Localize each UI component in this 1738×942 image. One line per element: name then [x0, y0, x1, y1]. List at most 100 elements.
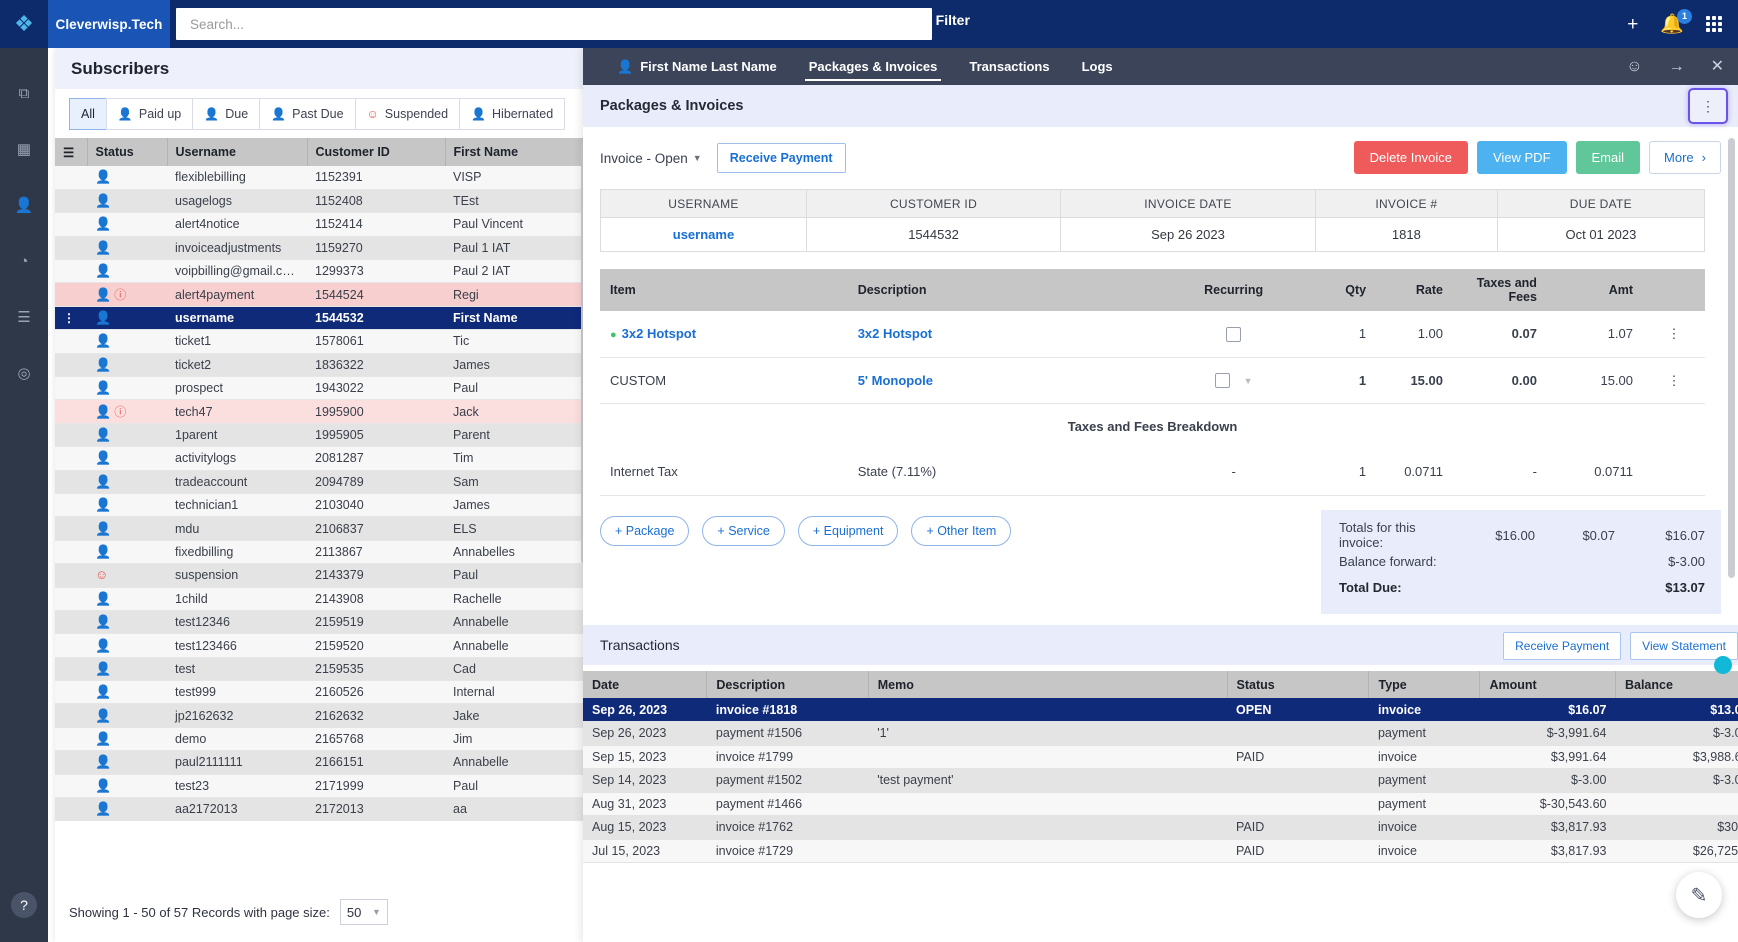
- column-first-name[interactable]: First Name: [445, 138, 590, 166]
- close-icon[interactable]: ✕: [1711, 58, 1724, 75]
- page-size-select[interactable]: 50 ▼: [339, 899, 388, 925]
- tx-col-type[interactable]: Type: [1368, 671, 1481, 698]
- tx-col-balance[interactable]: Balance: [1615, 671, 1738, 698]
- line-item-row[interactable]: CUSTOM 5' Monopole ▼ 1 15.00 0.00 15.00 ⋮: [600, 357, 1705, 404]
- transaction-row[interactable]: Aug 15, 2023 invoice #1762 PAID invoice $3,8…: [583, 815, 1738, 840]
- copy-icon[interactable]: ⧉: [10, 80, 38, 106]
- receive-payment-button[interactable]: Receive Payment: [716, 143, 846, 173]
- add-service-button[interactable]: + Service: [702, 515, 785, 546]
- filter-chip-due[interactable]: 👤 Due: [192, 98, 260, 130]
- table-row[interactable]: 👤 test999 2160526 Internal: [55, 680, 590, 705]
- view-pdf-button[interactable]: View PDF: [1476, 141, 1567, 174]
- table-row[interactable]: 👤 test 2159535 Cad: [55, 657, 590, 682]
- dashboard-icon[interactable]: ▦: [10, 136, 38, 162]
- table-row[interactable]: 👤 paul2111111 2166151 Annabelle: [55, 750, 590, 775]
- table-row[interactable]: 👤 test23 2171999 Paul: [55, 774, 590, 799]
- row-menu-cell[interactable]: [55, 493, 87, 518]
- line-item-row[interactable]: ● 3x2 Hotspot 3x2 Hotspot 1 1.00 0.07 1.07 ⋮: [600, 311, 1705, 358]
- invoice-status-dropdown[interactable]: Invoice - Open ▼: [600, 151, 702, 166]
- table-row[interactable]: 👤 activitylogs 2081287 Tim: [55, 446, 590, 471]
- row-menu-cell[interactable]: [55, 727, 87, 752]
- table-row[interactable]: 👤 1parent 1995905 Parent: [55, 423, 590, 448]
- transaction-row[interactable]: Sep 14, 2023 payment #1502'test payment' p…: [583, 768, 1738, 793]
- table-row[interactable]: 👤 1child 2143908 Rachelle: [55, 587, 590, 611]
- row-menu-cell[interactable]: [55, 657, 87, 682]
- table-row[interactable]: 👤 usagelogs 1152408 TEst: [55, 189, 590, 214]
- add-equipment-button[interactable]: + Equipment: [797, 515, 899, 546]
- brand-tab[interactable]: Cleverwisp.Tech: [48, 0, 170, 48]
- clock-icon[interactable]: ◔: [10, 248, 38, 274]
- row-menu-cell[interactable]: [55, 703, 87, 728]
- row-menu-cell[interactable]: [55, 212, 87, 237]
- add-package-button[interactable]: + Package: [600, 515, 690, 546]
- email-button[interactable]: Email: [1575, 141, 1641, 174]
- tab-transactions[interactable]: Transactions: [953, 48, 1065, 85]
- tx-col-date[interactable]: Date: [583, 671, 708, 698]
- row-menu-cell[interactable]: ⋮: [55, 306, 87, 331]
- row-menu-cell[interactable]: [55, 563, 87, 588]
- table-row[interactable]: ☺ suspension 2143379 Paul: [55, 563, 590, 588]
- add-other-item-button[interactable]: + Other Item: [911, 515, 1012, 546]
- bell-icon[interactable]: 🔔 1: [1660, 8, 1692, 34]
- filter-chip-past-due[interactable]: 👤 Past Due: [259, 98, 355, 130]
- table-row[interactable]: 👤 technician1 2103040 James: [55, 493, 590, 518]
- row-menu-cell[interactable]: [55, 376, 87, 401]
- row-menu-cell[interactable]: [55, 633, 87, 658]
- row-menu-cell[interactable]: [55, 680, 87, 705]
- transaction-row[interactable]: Aug 31, 2023 payment #1466 payment $-30,543…: [583, 792, 1738, 816]
- table-row[interactable]: 👤 jp2162632 2162632 Jake: [55, 703, 590, 728]
- row-menu-cell[interactable]: [55, 353, 87, 378]
- section-overflow-menu-button[interactable]: ⋮: [1688, 88, 1728, 124]
- summary-username-link[interactable]: username: [673, 227, 734, 242]
- row-menu-cell[interactable]: [55, 750, 87, 775]
- line-item-label[interactable]: 3x2 Hotspot: [622, 326, 696, 341]
- row-menu-cell[interactable]: [55, 470, 87, 494]
- column-customer-id[interactable]: Customer ID: [307, 138, 446, 166]
- filter-chip-suspended[interactable]: ☺ Suspended: [354, 98, 460, 130]
- table-row[interactable]: 👤 invoiceadjustments 1159270 Paul 1 IAT: [55, 236, 590, 261]
- filter-chip-hibernated[interactable]: 👤 Hibernated: [459, 98, 566, 130]
- tx-col-desc[interactable]: Description: [706, 671, 869, 698]
- sidebar-item-subscribers[interactable]: 👤: [10, 192, 38, 218]
- arrow-right-icon[interactable]: →: [1669, 58, 1685, 75]
- row-menu-cell[interactable]: [55, 446, 87, 471]
- recurring-checkbox[interactable]: [1226, 326, 1242, 342]
- line-item-desc-link[interactable]: 5' Monopole: [858, 373, 933, 388]
- table-row[interactable]: 👤 test12346 2159519 Annabelle: [55, 610, 590, 635]
- tab-first-name-last-name[interactable]: 👤 First Name Last Name: [601, 48, 793, 85]
- table-row[interactable]: 👤 flexiblebilling 1152391 VISP: [55, 166, 590, 190]
- filter-chip-all[interactable]: All: [69, 98, 106, 130]
- tx-receive-payment-button[interactable]: Receive Payment: [1503, 632, 1622, 660]
- tx-col-status[interactable]: Status: [1227, 671, 1370, 698]
- row-menu-cell[interactable]: [55, 259, 87, 284]
- table-row[interactable]: 👤 aa2172013 2172013 aa: [55, 797, 590, 822]
- recurring-checkbox[interactable]: [1214, 373, 1230, 389]
- transaction-row[interactable]: Jul 15, 2023 invoice #1729 PAID invoice $3,8…: [583, 839, 1738, 863]
- table-row[interactable]: 👤 alert4notice 1152414 Paul Vincent: [55, 212, 590, 237]
- table-row[interactable]: 👤 voipbilling@gmail.co… 1299373 Paul 2 IAT: [55, 259, 590, 284]
- row-menu-cell[interactable]: [55, 423, 87, 448]
- column-status[interactable]: Status: [87, 138, 168, 166]
- list-icon[interactable]: ☰: [10, 304, 38, 330]
- column-username[interactable]: Username: [167, 138, 308, 166]
- table-row[interactable]: 👤 ticket1 1578061 Tic: [55, 329, 590, 354]
- row-menu-cell[interactable]: [55, 516, 87, 541]
- row-menu-cell[interactable]: [55, 587, 87, 611]
- plus-icon[interactable]: +: [1627, 15, 1638, 34]
- more-button[interactable]: More ›: [1649, 141, 1721, 174]
- map-pin-icon[interactable]: ◎: [10, 360, 38, 386]
- row-menu-cell[interactable]: [55, 540, 87, 565]
- new-filter-button[interactable]: New Filter: [903, 12, 970, 28]
- smiley-icon[interactable]: ☺: [1626, 58, 1642, 75]
- row-menu-cell[interactable]: [55, 329, 87, 354]
- hamburger-icon[interactable]: ☰: [55, 138, 88, 166]
- table-row[interactable]: 👤 ⓘ alert4payment 1544524 Regi: [55, 282, 590, 307]
- table-row[interactable]: 👤 prospect 1943022 Paul: [55, 376, 590, 401]
- filter-chip-paid-up[interactable]: 👤 Paid up: [105, 98, 193, 130]
- row-menu-cell[interactable]: [55, 282, 87, 307]
- line-item-menu-icon[interactable]: ⋮: [1643, 311, 1705, 358]
- row-menu-cell[interactable]: [55, 797, 87, 822]
- tx-col-amount[interactable]: Amount: [1479, 671, 1616, 698]
- transaction-row[interactable]: Sep 26, 2023 invoice #1818 OPEN invoice $16.…: [583, 698, 1738, 722]
- row-menu-cell[interactable]: [55, 610, 87, 635]
